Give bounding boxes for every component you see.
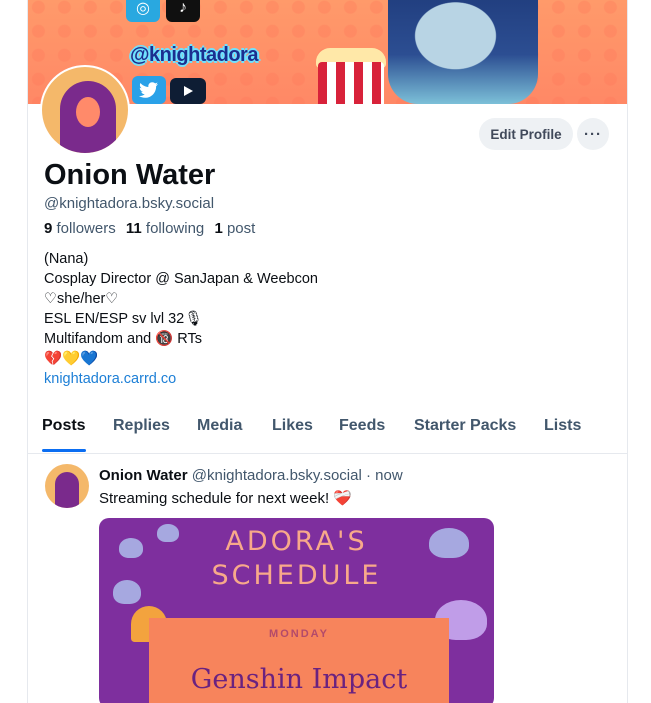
popcorn-illustration xyxy=(318,62,384,104)
tab-likes[interactable]: Likes xyxy=(272,417,313,435)
tiktok-icon: ♪ xyxy=(166,0,200,22)
profile-avatar[interactable] xyxy=(40,65,130,155)
edit-profile-button[interactable]: Edit Profile xyxy=(479,118,573,150)
bio-line: 💔💛💙 xyxy=(44,351,99,367)
profile-page: ◎ ♪ @knightadora Edit Profile ··· Onion … xyxy=(27,0,628,703)
post-separator: · xyxy=(366,467,371,484)
followers-label: followers xyxy=(56,220,116,237)
more-options-button[interactable]: ··· xyxy=(577,118,609,150)
post-avatar[interactable] xyxy=(45,464,89,508)
posts-label: post xyxy=(226,220,256,237)
post-author[interactable]: Onion Water xyxy=(99,467,188,484)
profile-handle: @knightadora.bsky.social xyxy=(44,195,215,212)
post-body: Streaming schedule for next week! xyxy=(99,490,330,507)
bio-line: ♡she/her♡ xyxy=(44,291,119,307)
bio-line: ESL EN/ESP sᴠ lvl 32🎙 xyxy=(44,311,203,327)
bio-line: (Nana) xyxy=(44,251,89,267)
profile-link[interactable]: knightadora.carrd.co xyxy=(44,369,318,389)
post-text: Streaming schedule for next week! ❤️‍🩹 xyxy=(99,489,352,507)
avatar-face xyxy=(76,97,100,127)
character-illustration xyxy=(388,0,538,104)
bio-line: Cosplay Director @ SanJapan & Weebcon xyxy=(44,271,318,287)
display-name: Onion Water xyxy=(44,159,216,191)
tab-starter-packs[interactable]: Starter Packs xyxy=(414,417,516,435)
schedule-card: MONDAY Genshin Impact xyxy=(149,618,449,703)
active-tab-indicator xyxy=(42,449,86,452)
tab-replies[interactable]: Replies xyxy=(113,417,170,435)
followers-count: 9 xyxy=(44,220,53,237)
followers-link[interactable]: 9 followers xyxy=(44,220,116,237)
schedule-title-line1: ADORA'S xyxy=(225,526,368,557)
posts-stat: 1 post xyxy=(214,220,255,237)
following-link[interactable]: 11 following xyxy=(126,220,204,237)
following-label: following xyxy=(145,220,205,237)
post-image[interactable]: ADORA'S SCHEDULE MONDAY Genshin Impact xyxy=(99,518,494,703)
post-header: Onion Water @knightadora.bsky.social · n… xyxy=(99,467,403,484)
post-time[interactable]: now xyxy=(375,467,403,484)
youtube-icon xyxy=(170,78,206,104)
tab-media[interactable]: Media xyxy=(197,417,242,435)
schedule-title-line2: SCHEDULE xyxy=(211,560,382,591)
profile-stats: 9 followers 11 following 1 post xyxy=(44,220,255,237)
banner-handle: @knightadora xyxy=(130,44,258,66)
tab-posts[interactable]: Posts xyxy=(42,417,86,435)
twitter-icon xyxy=(132,76,166,104)
instagram-icon: ◎ xyxy=(126,0,160,22)
tab-feeds[interactable]: Feeds xyxy=(339,417,385,435)
mending-heart-emoji: ❤️‍🩹 xyxy=(333,490,352,507)
following-count: 11 xyxy=(125,220,142,237)
avatar-figure xyxy=(55,472,79,508)
posts-count: 1 xyxy=(214,220,223,237)
profile-tabs: Posts Replies Media Likes Feeds Starter … xyxy=(28,407,627,454)
profile-bio: (Nana) Cosplay Director @ SanJapan & Wee… xyxy=(44,249,318,389)
schedule-game: Genshin Impact xyxy=(190,664,408,695)
schedule-day: MONDAY xyxy=(269,628,329,640)
post-handle[interactable]: @knightadora.bsky.social xyxy=(192,467,362,484)
tab-lists[interactable]: Lists xyxy=(544,417,581,435)
bio-line: Multifandom and 🔞 RTs xyxy=(44,331,203,347)
